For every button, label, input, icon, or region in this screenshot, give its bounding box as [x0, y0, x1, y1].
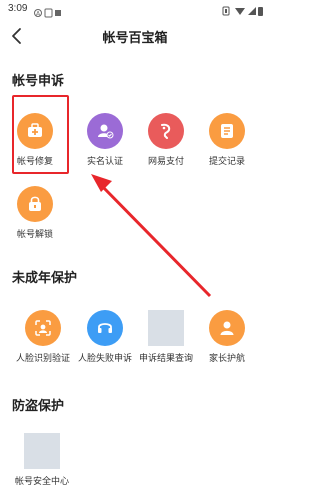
item-label: 帐号安全中心	[14, 476, 69, 486]
section-title-anti-theft: 防盗保护	[12, 398, 65, 413]
parent-user-icon	[209, 310, 245, 346]
item-face-fail-appeal[interactable]: 人脸失败申诉	[72, 310, 138, 374]
item-appeal-result-query[interactable]: 申诉结果查询	[133, 310, 199, 374]
face-scan-icon	[25, 310, 61, 346]
section-title-minor-protection: 未成年保护	[12, 270, 78, 285]
headset-icon	[87, 310, 123, 346]
placeholder-image	[24, 433, 60, 469]
item-parent-guard[interactable]: 家长护航	[194, 310, 260, 374]
placeholder-image	[148, 310, 184, 346]
item-label: 家长护航	[208, 353, 245, 363]
item-face-verify[interactable]: 人脸识别验证	[10, 310, 76, 374]
item-account-security-center[interactable]: 帐号安全中心	[9, 433, 75, 497]
